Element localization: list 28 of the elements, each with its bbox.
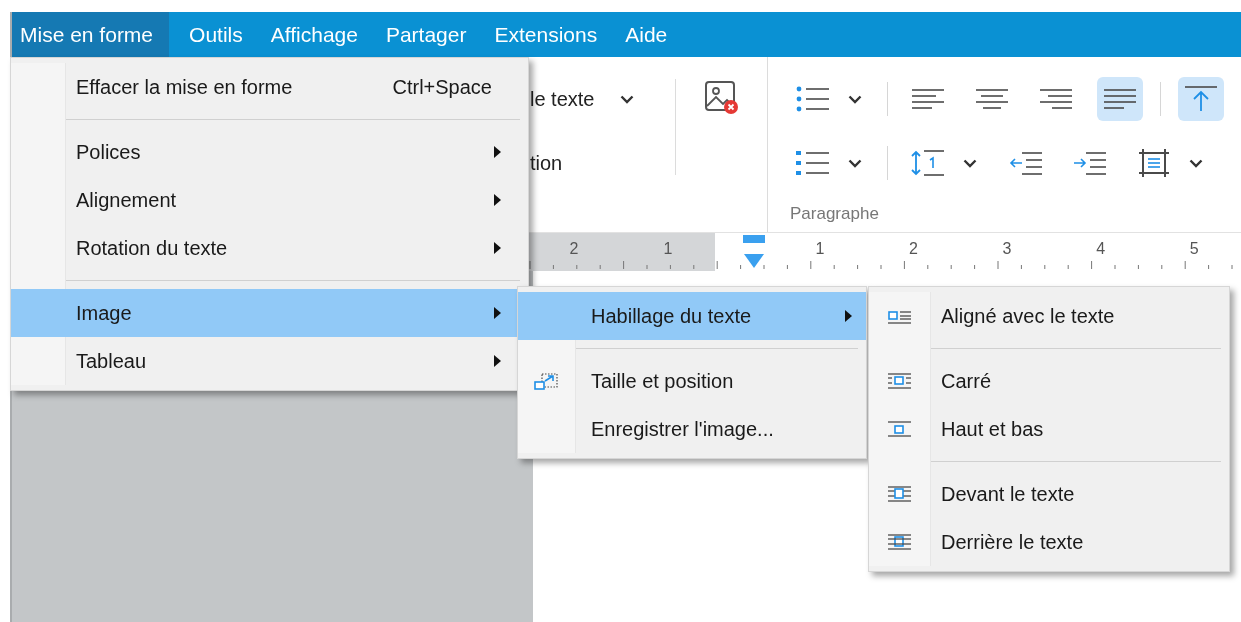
menu-item[interactable]: Derrière le texte xyxy=(869,518,1229,566)
menu-item[interactable]: Polices xyxy=(11,128,528,176)
menu-item[interactable]: Taille et position xyxy=(518,357,866,405)
menu-item[interactable]: Carré xyxy=(869,357,1229,405)
menu-bar-item[interactable]: Outils xyxy=(181,12,251,57)
menu-item[interactable]: Enregistrer l'image... xyxy=(518,405,866,453)
menu-item[interactable]: Rotation du texte xyxy=(11,224,528,272)
ribbon-label[interactable]: le texte xyxy=(530,84,595,114)
ruler-number: 2 xyxy=(568,239,580,259)
ruler-number: 4 xyxy=(1095,239,1107,259)
menu-item[interactable]: Effacer la mise en forme Ctrl+Space xyxy=(11,63,528,111)
menu-bar-item[interactable]: Extensions xyxy=(486,12,606,57)
ruler-number: 5 xyxy=(1188,239,1200,259)
menu-item[interactable]: Habillage du texte xyxy=(518,292,866,340)
ruler-number: 1 xyxy=(814,239,826,259)
menu-bar-item[interactable]: Mise en forme xyxy=(12,12,170,57)
ribbon-label[interactable]: tion xyxy=(530,148,563,178)
group-label: Paragraphe xyxy=(790,203,880,225)
menu-item[interactable]: Alignement xyxy=(11,176,528,224)
menu-item[interactable]: Haut et bas xyxy=(869,405,1229,453)
menu-bar-item[interactable]: Aide xyxy=(617,12,676,57)
menu-item[interactable]: Aligné avec le texte xyxy=(869,292,1229,340)
ruler-number: 1 xyxy=(662,239,674,259)
menu-bar-item[interactable]: Partager xyxy=(377,12,475,57)
ruler-number: 2 xyxy=(907,239,919,259)
ruler-number: 3 xyxy=(1001,239,1013,259)
menu-item[interactable]: Devant le texte xyxy=(869,470,1229,518)
menu-bar-item[interactable]: Affichage xyxy=(262,12,366,57)
